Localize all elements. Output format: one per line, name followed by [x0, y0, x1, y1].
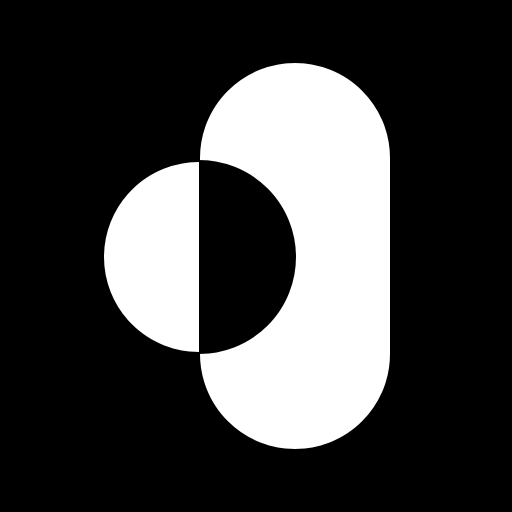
overlapping-circle-and-pill-logo-icon [0, 0, 512, 512]
app-icon [0, 0, 512, 512]
